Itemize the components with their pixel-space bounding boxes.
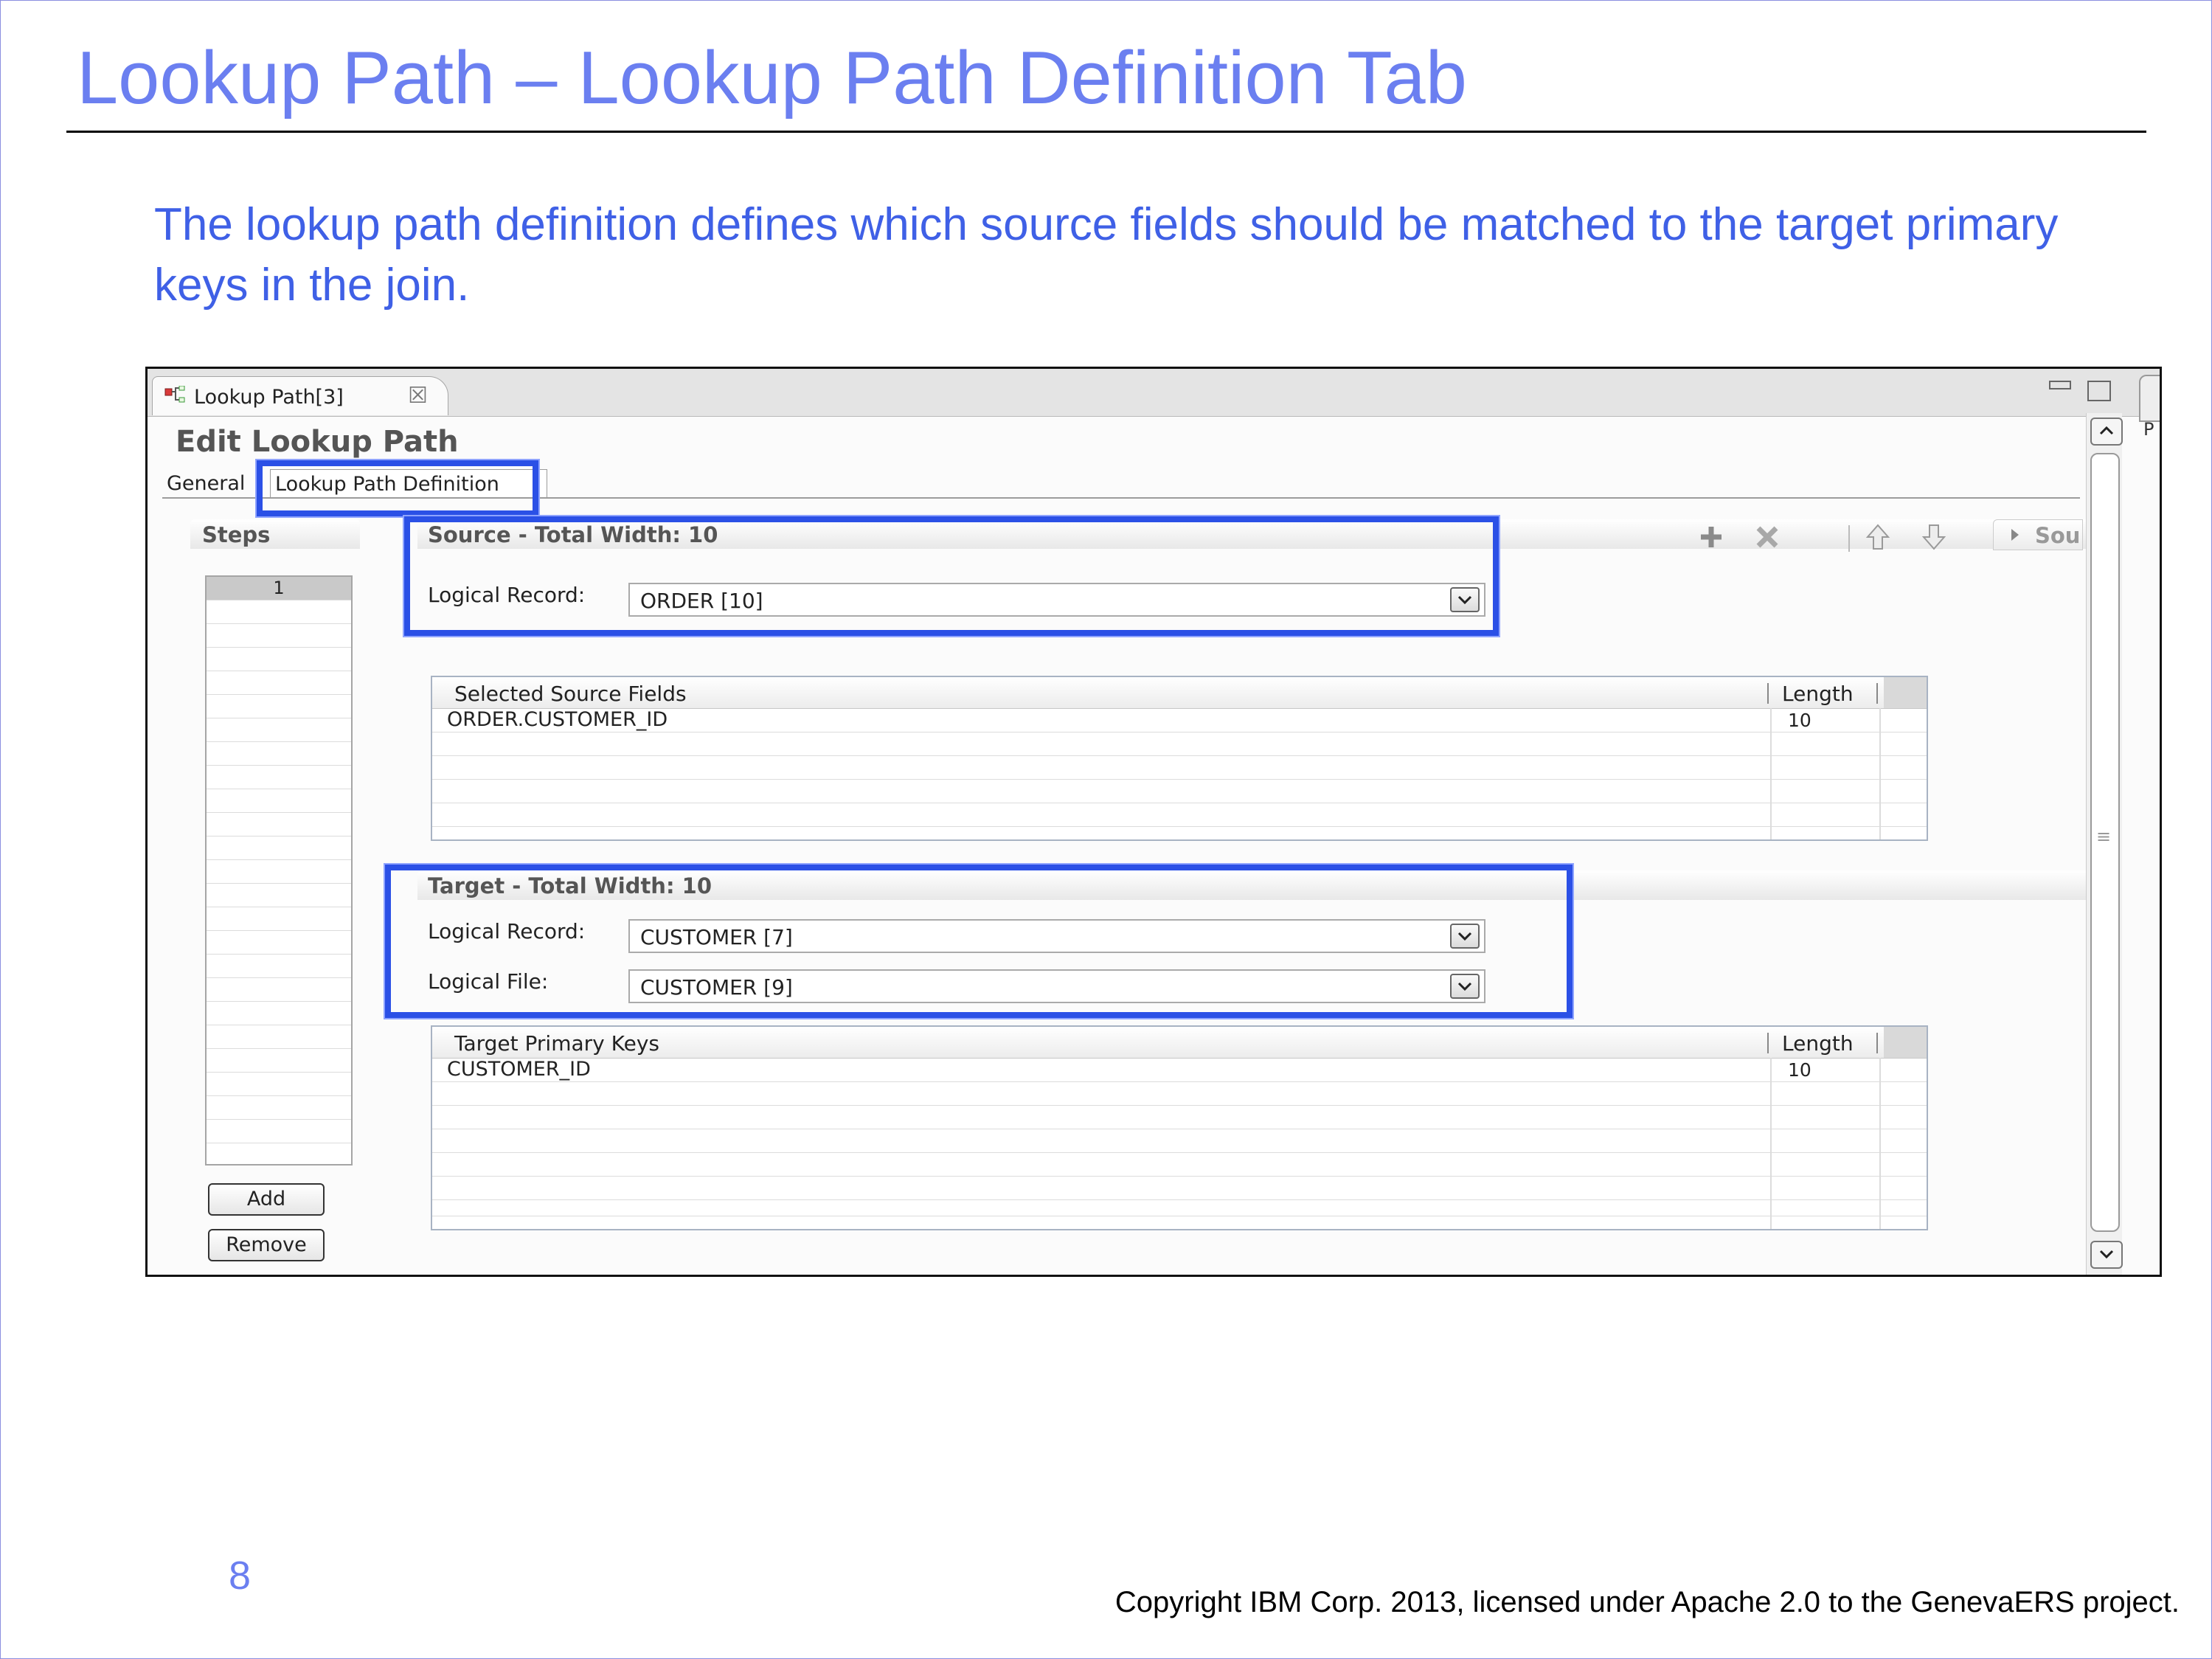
list-row-empty — [207, 1143, 351, 1164]
row-line — [432, 1176, 1927, 1177]
add-icon[interactable] — [1696, 522, 1726, 552]
list-row-empty — [207, 907, 351, 931]
list-row-empty — [207, 624, 351, 648]
tab-general[interactable]: General — [162, 469, 249, 497]
column-separator — [1876, 1033, 1878, 1053]
list-row-empty — [207, 931, 351, 955]
list-row-empty — [207, 600, 351, 624]
row-line — [432, 1081, 1927, 1082]
form-title: Edit Lookup Path — [176, 425, 459, 459]
list-row-empty — [207, 1120, 351, 1143]
column-separator — [1767, 683, 1769, 704]
list-row-empty — [207, 742, 351, 766]
slide-description: The lookup path definition defines which… — [154, 199, 2059, 311]
source-side-tab-label: Sou — [2035, 523, 2081, 548]
column-header-length[interactable]: Length — [1782, 682, 1854, 706]
minimize-icon[interactable] — [2049, 381, 2071, 389]
list-row-empty — [207, 1002, 351, 1025]
column-line — [1879, 708, 1881, 839]
scroll-up-button[interactable] — [2090, 418, 2123, 446]
close-icon[interactable]: ☒ — [408, 383, 428, 409]
title-divider — [66, 131, 2146, 133]
column-line — [1770, 1058, 1772, 1229]
list-row-empty — [207, 813, 351, 837]
list-row-empty — [207, 884, 351, 907]
list-row-empty — [207, 1025, 351, 1049]
column-line — [1879, 1058, 1881, 1229]
column-header-field[interactable]: Selected Source Fields — [454, 682, 687, 706]
list-row-empty — [207, 648, 351, 671]
page-number: 8 — [229, 1554, 252, 1598]
editor-tab-bar: Lookup Path[3] ☒ — [148, 369, 2160, 422]
row-line — [432, 779, 1927, 780]
list-row-empty — [207, 860, 351, 884]
list-row-empty — [207, 671, 351, 695]
list-row-empty — [207, 1073, 351, 1096]
list-row-empty — [207, 955, 351, 978]
highlight-box-source — [404, 516, 1499, 636]
steps-list[interactable]: 1 — [205, 575, 353, 1166]
row-line — [432, 755, 1927, 756]
table-cell-length[interactable]: 10 — [1788, 1059, 1811, 1081]
table-header: Selected Source Fields Length — [432, 677, 1927, 709]
grip-icon: ≡ — [2096, 826, 2112, 847]
table-header: Target Primary Keys Length — [432, 1027, 1927, 1059]
toolbar-separator — [1848, 525, 1850, 552]
maximize-icon[interactable] — [2087, 381, 2111, 401]
side-view-tab[interactable] — [2139, 375, 2160, 422]
editor-tab-lookup-path[interactable]: Lookup Path[3] ☒ — [152, 376, 448, 415]
row-line — [432, 826, 1927, 827]
editor-tab-label: Lookup Path[3] — [194, 386, 344, 409]
column-separator — [1876, 683, 1878, 704]
add-step-button[interactable]: Add — [208, 1183, 325, 1216]
target-keys-table[interactable]: Target Primary Keys Length CUSTOMER_ID 1… — [431, 1025, 1928, 1230]
list-row-empty — [207, 695, 351, 718]
source-side-tab[interactable]: Sou — [1993, 519, 2083, 550]
list-row-empty — [207, 789, 351, 813]
column-header-key[interactable]: Target Primary Keys — [454, 1031, 659, 1056]
list-row-empty — [207, 837, 351, 860]
expand-triangle-icon — [2011, 529, 2019, 541]
list-row-empty — [207, 1049, 351, 1073]
copyright-notice: Copyright IBM Corp. 2013, licensed under… — [1114, 1586, 2180, 1618]
column-header-length[interactable]: Length — [1782, 1031, 1854, 1056]
list-row-empty — [207, 1096, 351, 1120]
delete-icon[interactable] — [1752, 522, 1782, 552]
slide-title: Lookup Path – Lookup Path Definition Tab — [77, 37, 1467, 120]
list-row-empty — [207, 978, 351, 1002]
list-row-empty — [207, 718, 351, 742]
remove-step-button[interactable]: Remove — [208, 1229, 325, 1261]
side-view-label: P — [2143, 419, 2154, 440]
move-up-icon[interactable] — [1863, 522, 1893, 552]
highlight-box-target — [385, 865, 1573, 1018]
editor-window: Lookup Path[3] ☒ P Edit Lookup Path Gene… — [145, 367, 2162, 1277]
row-line — [432, 1152, 1927, 1153]
source-fields-table[interactable]: Selected Source Fields Length ORDER.CUST… — [431, 676, 1928, 841]
column-separator — [1767, 1033, 1769, 1053]
list-row-empty — [207, 766, 351, 789]
lookup-path-icon — [164, 385, 185, 405]
column-line — [1770, 708, 1772, 839]
scroll-down-button[interactable] — [2090, 1241, 2123, 1269]
table-cell-field[interactable]: ORDER.CUSTOMER_ID — [447, 708, 668, 731]
table-cell-key[interactable]: CUSTOMER_ID — [447, 1058, 591, 1081]
header-corner — [1884, 677, 1927, 708]
chevron-up-icon — [2099, 426, 2114, 435]
chevron-down-icon — [2099, 1250, 2114, 1259]
header-corner — [1884, 1027, 1927, 1058]
highlight-box-tab — [257, 460, 538, 516]
row-line — [432, 1199, 1927, 1200]
list-item[interactable]: 1 — [207, 577, 351, 600]
row-line — [432, 1105, 1927, 1106]
steps-label: Steps — [202, 522, 271, 547]
table-cell-length[interactable]: 10 — [1788, 710, 1811, 731]
move-down-icon[interactable] — [1919, 522, 1949, 552]
